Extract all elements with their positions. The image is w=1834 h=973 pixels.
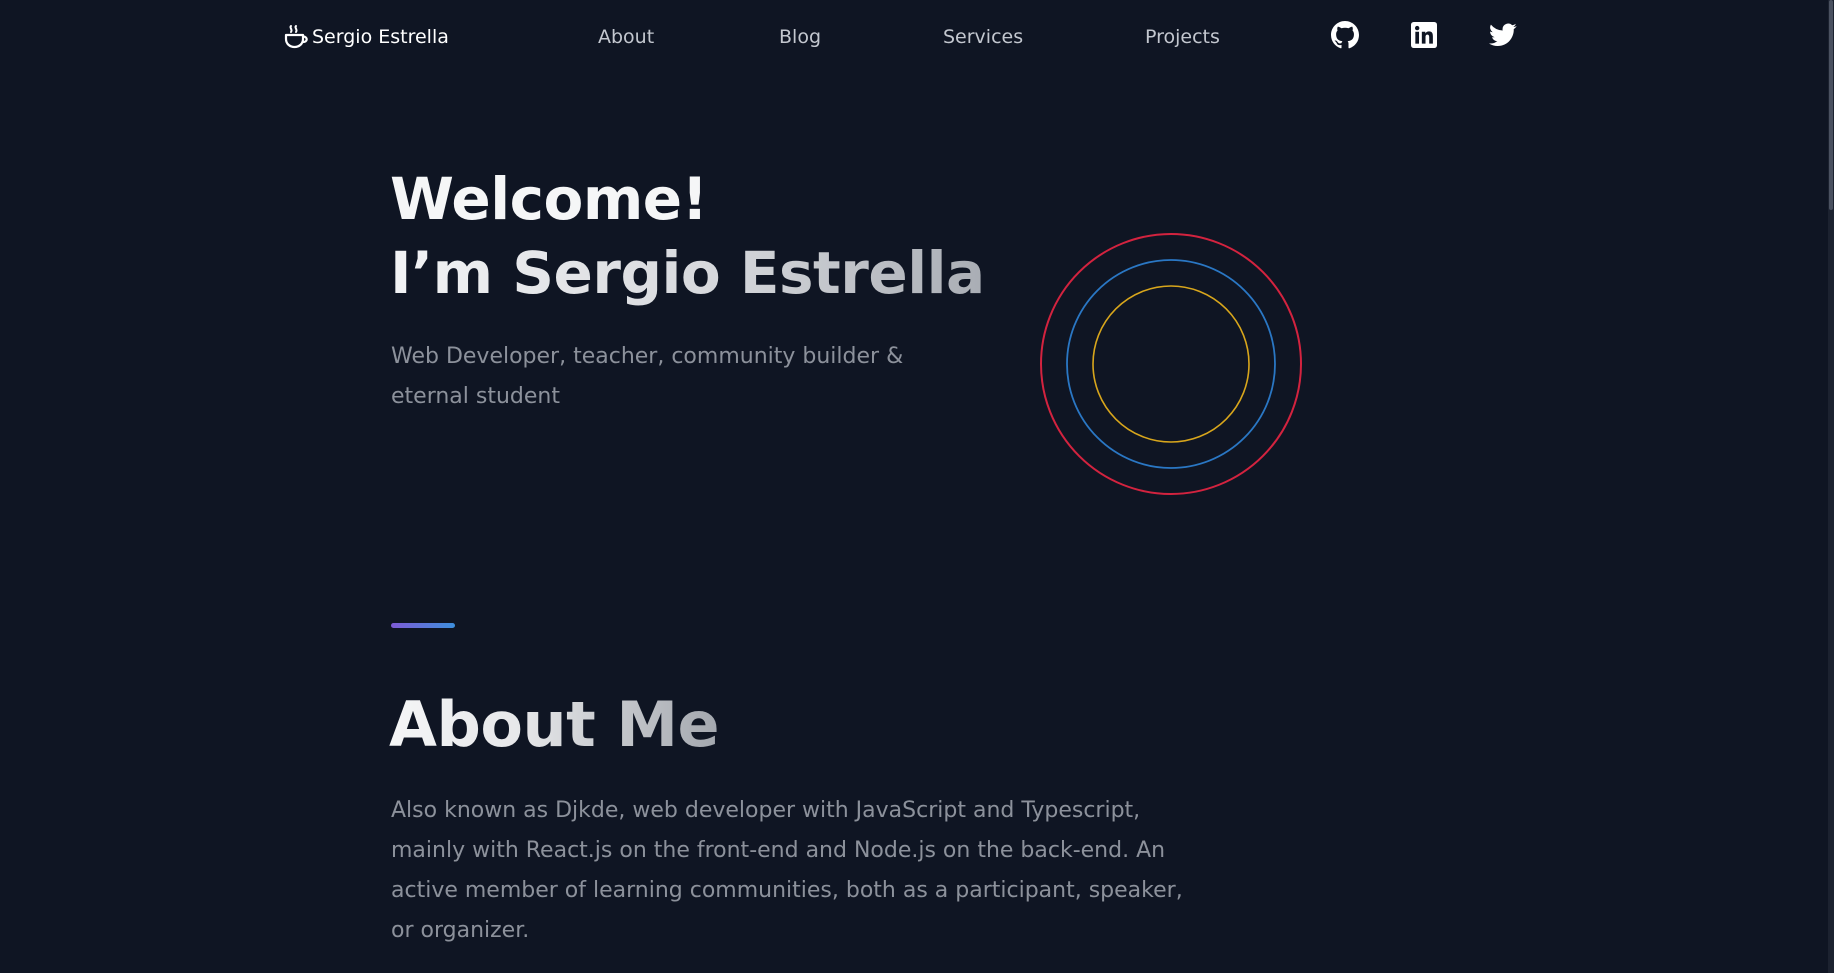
brand-logo-link[interactable]: Sergio Estrella	[282, 20, 449, 54]
nav-link-about[interactable]: About	[598, 24, 654, 50]
twitter-icon	[1489, 23, 1517, 47]
concentric-rings-graphic	[1040, 233, 1302, 495]
hero-title: Welcome! I’m Sergio Estrella	[390, 162, 985, 310]
ring-outer	[1040, 233, 1302, 495]
section-divider	[391, 623, 455, 628]
coffee-cup-icon	[282, 23, 310, 51]
hero-title-name: I’m Sergio Estrella	[390, 236, 985, 310]
linkedin-icon	[1411, 22, 1437, 48]
github-icon	[1331, 21, 1359, 49]
linkedin-link[interactable]	[1409, 20, 1439, 50]
ring-middle	[1066, 259, 1276, 469]
nav-link-services[interactable]: Services	[943, 24, 1023, 50]
ring-inner	[1092, 285, 1250, 443]
brand-name: Sergio Estrella	[312, 26, 449, 48]
hero-subtitle: Web Developer, teacher, community builde…	[391, 344, 904, 409]
scrollbar-thumb[interactable]	[1829, 0, 1833, 210]
about-text: Also known as Djkde, web developer with …	[391, 798, 1183, 943]
twitter-link[interactable]	[1488, 20, 1518, 50]
github-link[interactable]	[1330, 20, 1360, 50]
hero-title-welcome: Welcome!	[390, 165, 708, 233]
nav-link-projects[interactable]: Projects	[1145, 24, 1220, 50]
nav-link-blog[interactable]: Blog	[779, 24, 821, 50]
about-title: About Me	[389, 685, 720, 765]
